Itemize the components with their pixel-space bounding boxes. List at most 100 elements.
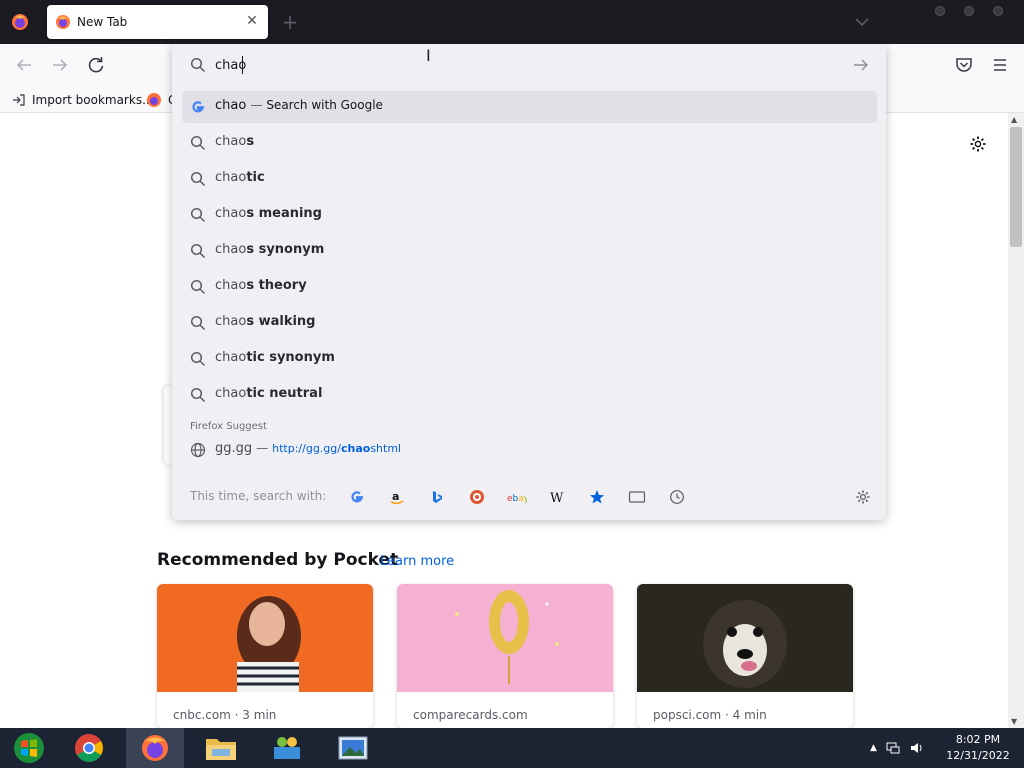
search-suggestion-row[interactable]: chaotic neutral <box>182 379 877 411</box>
close-window-button[interactable] <box>993 6 1003 16</box>
search-suggestion-row[interactable]: chaos synonym <box>182 235 877 267</box>
taskbar-clock[interactable]: 8:02 PM 12/31/2022 <box>940 732 1016 764</box>
suggestion-text: chao — Search with Google <box>215 98 383 113</box>
windows-start-orb-icon <box>14 733 44 763</box>
pocket-learn-more-link[interactable]: Learn more <box>380 554 454 569</box>
suggestion-text: chaotic synonym <box>215 350 335 365</box>
personalize-gear-icon[interactable] <box>969 135 987 153</box>
google-icon[interactable] <box>347 487 367 507</box>
firefox-view-icon[interactable] <box>10 12 30 32</box>
search-icon <box>190 351 206 367</box>
ebay-icon[interactable]: ebay <box>507 487 527 507</box>
taskbar-network-app[interactable] <box>258 728 316 768</box>
page-scrollbar[interactable]: ▲ ▼ <box>1008 113 1024 728</box>
scrollbar-thumb[interactable] <box>1010 127 1022 247</box>
amazon-icon[interactable]: a <box>387 487 407 507</box>
list-all-tabs-chevron-icon[interactable] <box>852 14 872 30</box>
close-tab-icon[interactable]: ✕ <box>245 14 259 28</box>
hamburger-menu-icon[interactable] <box>990 55 1010 75</box>
picture-icon <box>338 736 368 760</box>
search-suggestion-row[interactable]: chaotic <box>182 163 877 195</box>
urlbar-dropdown: chao—Search with Google chaos chaotic chaos… <box>172 44 886 520</box>
tab-new-tab[interactable]: New Tab ✕ <box>47 5 268 39</box>
new-tab-plus-icon[interactable]: + <box>280 12 300 32</box>
svg-text:a: a <box>392 490 399 503</box>
volume-icon[interactable] <box>909 740 925 756</box>
save-to-pocket-icon[interactable] <box>954 55 974 75</box>
search-icon <box>190 315 206 331</box>
tabs-icon[interactable] <box>627 487 647 507</box>
firefox-suggest-label: Firefox Suggest <box>190 421 267 432</box>
wikipedia-icon[interactable]: W <box>547 487 567 507</box>
import-bookmarks-label: Import bookmarks... <box>32 93 154 107</box>
mouse-text-cursor: I <box>426 46 431 65</box>
pocket-card[interactable]: comparecards.com <box>397 584 613 728</box>
suggest-title: gg.gg <box>215 441 253 456</box>
suggestion-text: chaotic neutral <box>215 386 323 401</box>
firefox-suggest-row[interactable]: gg.gg — http://gg.gg/chaoshtml <box>182 434 877 466</box>
svg-text:ebay: ebay <box>507 494 527 503</box>
scroll-up-arrow-icon[interactable]: ▲ <box>1011 115 1017 124</box>
duckduckgo-icon[interactable] <box>467 487 487 507</box>
back-arrow-icon[interactable] <box>13 54 35 76</box>
minimize-window-button[interactable] <box>935 6 945 16</box>
search-suggestion-row[interactable]: chaos walking <box>182 307 877 339</box>
card-source: popsci.com · 4 min <box>653 708 767 722</box>
globe-icon <box>190 442 206 458</box>
maximize-window-button[interactable] <box>964 6 974 16</box>
search-icon <box>190 57 206 73</box>
search-icon <box>190 243 206 259</box>
taskbar-firefox[interactable] <box>126 728 184 768</box>
search-icon <box>190 207 206 223</box>
clock-date: 12/31/2022 <box>946 749 1010 762</box>
firefox-favicon-icon <box>56 15 70 29</box>
search-icon <box>190 279 206 295</box>
suggestion-text: chaos theory <box>215 278 307 293</box>
one-off-label: This time, search with: <box>190 489 327 503</box>
suggestion-text: chaotic <box>215 170 265 185</box>
card-source: cnbc.com · 3 min <box>173 708 277 722</box>
taskbar-image-viewer[interactable] <box>324 728 382 768</box>
scroll-down-arrow-icon[interactable]: ▼ <box>1011 717 1017 726</box>
bookmarks-star-icon[interactable] <box>587 487 607 507</box>
text-caret <box>242 56 243 74</box>
system-tray: ▲ <box>870 728 925 768</box>
search-with-google-row[interactable]: chao — Search with Google <box>182 91 877 123</box>
firefox-icon <box>142 735 168 761</box>
search-icon <box>190 171 206 187</box>
one-off-search-bar: This time, search with: a ebay W <box>172 482 886 512</box>
chrome-icon <box>75 734 103 762</box>
go-arrow-icon[interactable] <box>852 57 870 73</box>
search-suggestion-row[interactable]: chaos theory <box>182 271 877 303</box>
pocket-card[interactable]: cnbc.com · 3 min <box>157 584 373 728</box>
windows-taskbar: ▲ 8:02 PM 12/31/2022 <box>0 728 1024 768</box>
search-suggestion-row[interactable]: chaotic synonym <box>182 343 877 375</box>
network-icon[interactable] <box>885 740 901 756</box>
history-icon[interactable] <box>667 487 687 507</box>
suggestion-text: chaos meaning <box>215 206 322 221</box>
google-icon <box>192 101 204 113</box>
pocket-card[interactable]: popsci.com · 4 min <box>637 584 853 728</box>
search-settings-gear-icon[interactable] <box>853 487 873 507</box>
suggestion-text: chaos synonym <box>215 242 325 257</box>
taskbar-chrome[interactable] <box>60 728 118 768</box>
import-bookmarks-button[interactable]: Import bookmarks... <box>12 91 154 109</box>
start-button[interactable] <box>0 728 58 768</box>
tab-title: New Tab <box>77 15 128 29</box>
suggestion-text: chaos <box>215 134 255 149</box>
search-suggestion-row[interactable]: chaos <box>182 127 877 159</box>
import-icon <box>13 94 25 106</box>
urlbar-input[interactable] <box>215 52 835 78</box>
card-source: comparecards.com <box>413 708 528 722</box>
show-hidden-icons-icon[interactable]: ▲ <box>870 743 877 753</box>
forward-arrow-icon[interactable] <box>49 54 71 76</box>
card-image <box>397 584 613 692</box>
search-suggestion-row[interactable]: chaos meaning <box>182 199 877 231</box>
bing-icon[interactable] <box>427 487 447 507</box>
search-icon <box>190 135 206 151</box>
card-image <box>157 584 373 692</box>
network-users-icon <box>274 737 300 759</box>
taskbar-file-explorer[interactable] <box>192 728 250 768</box>
suggestion-text: chaos walking <box>215 314 316 329</box>
reload-icon[interactable] <box>85 54 107 76</box>
